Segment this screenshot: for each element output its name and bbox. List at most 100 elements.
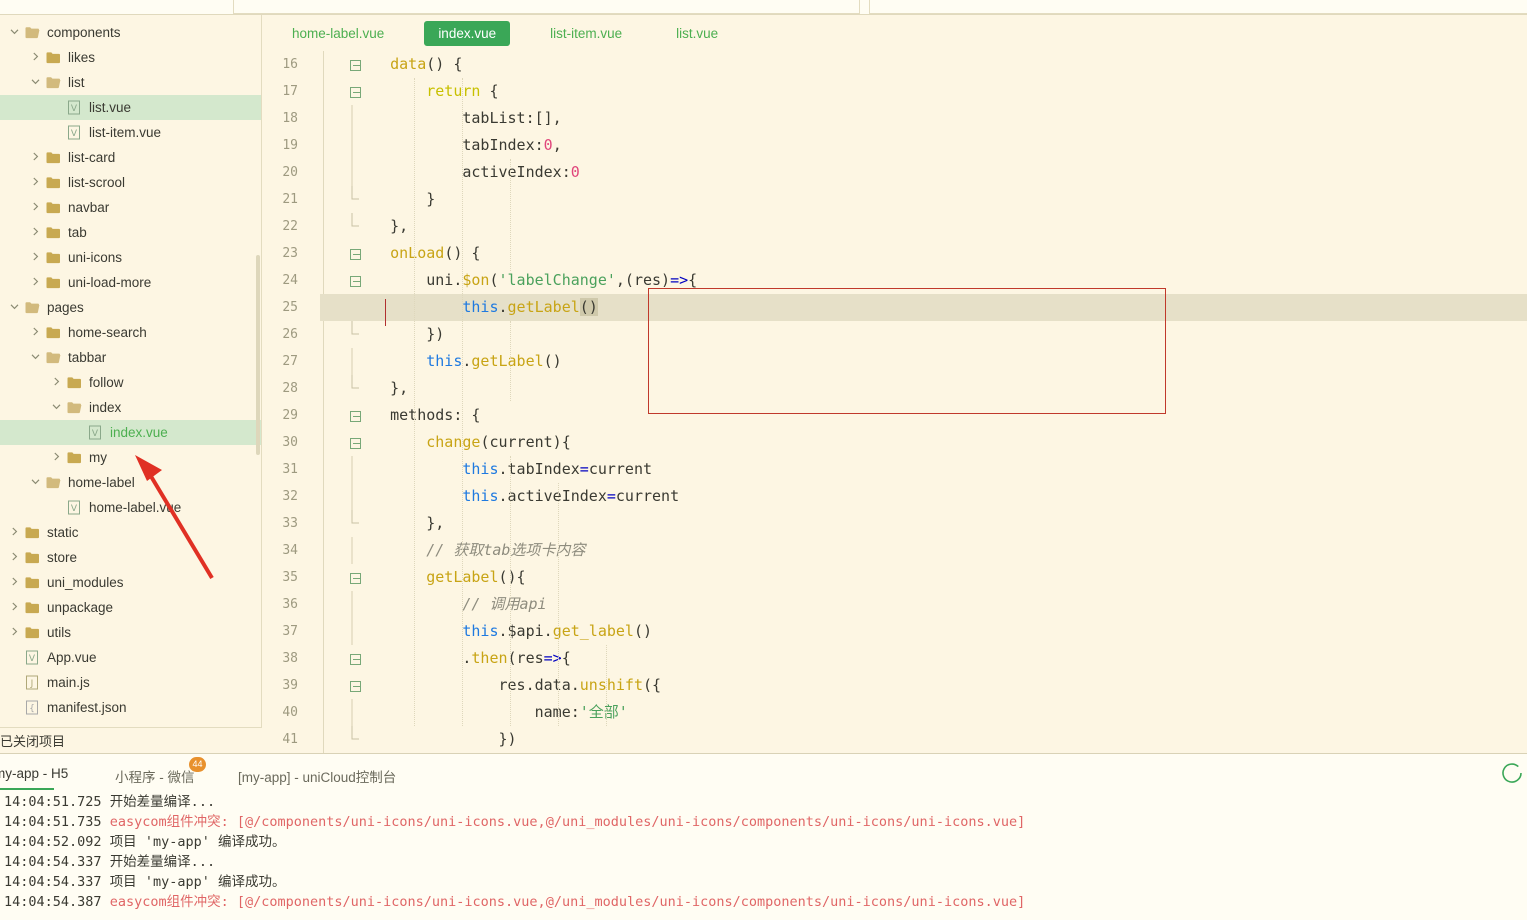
tree-item-store[interactable]: store xyxy=(0,545,262,570)
file-tree[interactable]: components likes list Vlist.vue Vlist-item.v… xyxy=(0,15,262,720)
code-line[interactable]: tabIndex:0, xyxy=(324,132,561,159)
chevron-down-icon[interactable] xyxy=(27,77,43,89)
tree-item-static[interactable]: static xyxy=(0,520,262,545)
chevron-right-icon[interactable] xyxy=(27,177,43,189)
chevron-right-icon[interactable] xyxy=(6,602,22,614)
code-line[interactable]: // 调用api xyxy=(324,591,546,618)
chevron-right-icon[interactable] xyxy=(48,452,64,464)
tree-item-list-card[interactable]: list-card xyxy=(0,145,262,170)
tree-item-components[interactable]: components xyxy=(0,20,262,45)
code-line[interactable]: tabList:[], xyxy=(324,105,561,132)
tree-item-home-label[interactable]: home-label xyxy=(0,470,262,495)
chevron-right-icon[interactable] xyxy=(6,627,22,639)
folder-open-icon xyxy=(22,26,42,39)
console-tab-2[interactable]: [my-app] - uniCloud控制台 xyxy=(238,766,396,786)
tree-item-tabbar[interactable]: tabbar xyxy=(0,345,262,370)
editor-tabbar[interactable]: home-label.vue index.vue list-item.vue list… xyxy=(262,15,1527,51)
tree-item-home-label-vue[interactable]: Vhome-label.vue xyxy=(0,495,262,520)
project-explorer[interactable]: components likes list Vlist.vue Vlist-item.v… xyxy=(0,15,262,727)
tree-item-pages[interactable]: pages xyxy=(0,295,262,320)
indent-guide xyxy=(606,645,607,726)
code-line[interactable]: // 获取tab选项卡内容 xyxy=(324,537,585,564)
code-line[interactable]: }) xyxy=(324,726,516,753)
editor-tab-home-label-vue[interactable]: home-label.vue xyxy=(278,21,398,46)
code-line[interactable]: getLabel(){ xyxy=(324,564,525,591)
tree-item-uni-modules[interactable]: uni_modules xyxy=(0,570,262,595)
editor-tab-index-vue[interactable]: index.vue xyxy=(424,20,511,46)
code-line[interactable]: this.$api.get_label() xyxy=(324,618,652,645)
chevron-down-icon[interactable] xyxy=(6,27,22,39)
tree-item-tab[interactable]: tab xyxy=(0,220,262,245)
code-line[interactable]: res.data.unshift({ xyxy=(324,672,661,699)
chevron-right-icon[interactable] xyxy=(27,327,43,339)
tree-item-navbar[interactable]: navbar xyxy=(0,195,262,220)
editor-tab-list-vue[interactable]: list.vue xyxy=(662,21,732,46)
code-line[interactable]: .then(res=>{ xyxy=(324,645,570,672)
tree-item-manifest-json[interactable]: {manifest.json xyxy=(0,695,262,720)
chevron-right-icon[interactable] xyxy=(27,202,43,214)
tree-item-list-vue[interactable]: Vlist.vue xyxy=(0,95,262,120)
editor-tab-list-item-vue[interactable]: list-item.vue xyxy=(536,21,636,46)
code-line[interactable]: this.getLabel() xyxy=(324,294,598,321)
line-number: 36 xyxy=(282,597,298,612)
chevron-down-icon[interactable] xyxy=(6,302,22,314)
chevron-right-icon[interactable] xyxy=(27,277,43,289)
toolbar-field-right[interactable] xyxy=(869,0,1527,14)
code-text[interactable]: data() { return { tabList:[], tabIndex:0… xyxy=(324,51,1527,753)
tree-item-index[interactable]: index xyxy=(0,395,262,420)
chevron-right-icon[interactable] xyxy=(27,152,43,164)
console-tab-0[interactable]: my-app - H5 xyxy=(0,766,68,790)
code-line[interactable]: this.tabIndex=current xyxy=(324,456,652,483)
sidebar-scrollbar[interactable] xyxy=(256,255,260,455)
tree-item-utils[interactable]: utils xyxy=(0,620,262,645)
code-token: change xyxy=(426,433,481,451)
tree-item-list-item-vue[interactable]: Vlist-item.vue xyxy=(0,120,262,145)
code-line[interactable]: change(current){ xyxy=(324,429,571,456)
tree-item-label: home-label.vue xyxy=(89,500,182,515)
code-line[interactable]: }, xyxy=(324,213,408,240)
toolbar-field-left[interactable] xyxy=(233,0,860,14)
chevron-right-icon[interactable] xyxy=(27,227,43,239)
tree-item-unpackage[interactable]: unpackage xyxy=(0,595,262,620)
tree-item-home-search[interactable]: home-search xyxy=(0,320,262,345)
tree-item-label: likes xyxy=(68,50,96,65)
code-line[interactable]: name:'全部' xyxy=(324,699,628,726)
chevron-down-icon[interactable] xyxy=(27,352,43,364)
code-line[interactable]: return { xyxy=(324,78,498,105)
tree-item-list-scrool[interactable]: list-scrool xyxy=(0,170,262,195)
chevron-right-icon[interactable] xyxy=(27,252,43,264)
tree-item-main-js[interactable]: Jmain.js xyxy=(0,670,262,695)
tree-item-follow[interactable]: follow xyxy=(0,370,262,395)
code-line[interactable]: this.getLabel() xyxy=(324,348,561,375)
tree-item-uni-load-more[interactable]: uni-load-more xyxy=(0,270,262,295)
tree-item-app-vue[interactable]: V App.vue xyxy=(0,645,262,670)
chevron-right-icon[interactable] xyxy=(27,52,43,64)
refresh-icon[interactable] xyxy=(1499,760,1525,786)
code-line[interactable]: } xyxy=(324,186,435,213)
chevron-right-icon[interactable] xyxy=(6,527,22,539)
closed-projects-bar[interactable]: 已关闭项目 xyxy=(0,727,262,753)
code-line[interactable]: }, xyxy=(324,510,444,537)
chevron-down-icon[interactable] xyxy=(48,402,64,414)
code-line[interactable]: methods: { xyxy=(324,402,480,429)
chevron-right-icon[interactable] xyxy=(6,577,22,589)
code-line[interactable]: uni.$on('labelChange',(res)=>{ xyxy=(324,267,697,294)
tree-item-my[interactable]: my xyxy=(0,445,262,470)
code-line[interactable]: }, xyxy=(324,375,408,402)
console-tab-1[interactable]: 小程序 - 微信 44 xyxy=(115,757,206,786)
console-output[interactable]: 14:04:51.725 开始差量编译... 14:04:51.735 easyc… xyxy=(0,792,1527,920)
tree-item-uni-icons[interactable]: uni-icons xyxy=(0,245,262,270)
fold-gutter[interactable] xyxy=(304,51,361,753)
chevron-right-icon[interactable] xyxy=(48,377,64,389)
code-line[interactable]: activeIndex:0 xyxy=(324,159,579,186)
code-line[interactable]: this.activeIndex=current xyxy=(324,483,679,510)
console-tabbar[interactable]: my-app - H5 小程序 - 微信 44 [my-app] - uniCloud… xyxy=(0,754,1527,792)
code-line[interactable]: onLoad() { xyxy=(324,240,480,267)
code-line[interactable]: data() { xyxy=(324,51,462,78)
chevron-down-icon[interactable] xyxy=(27,477,43,489)
tree-item-index-vue[interactable]: Vindex.vue xyxy=(0,420,262,445)
tree-item-likes[interactable]: likes xyxy=(0,45,262,70)
code-viewport[interactable]: 16 17 18 19 20 21 22 23 24 25 26 27 28 29 30 31 32 33 34 35… xyxy=(262,51,1527,753)
tree-item-list[interactable]: list xyxy=(0,70,262,95)
chevron-right-icon[interactable] xyxy=(6,552,22,564)
